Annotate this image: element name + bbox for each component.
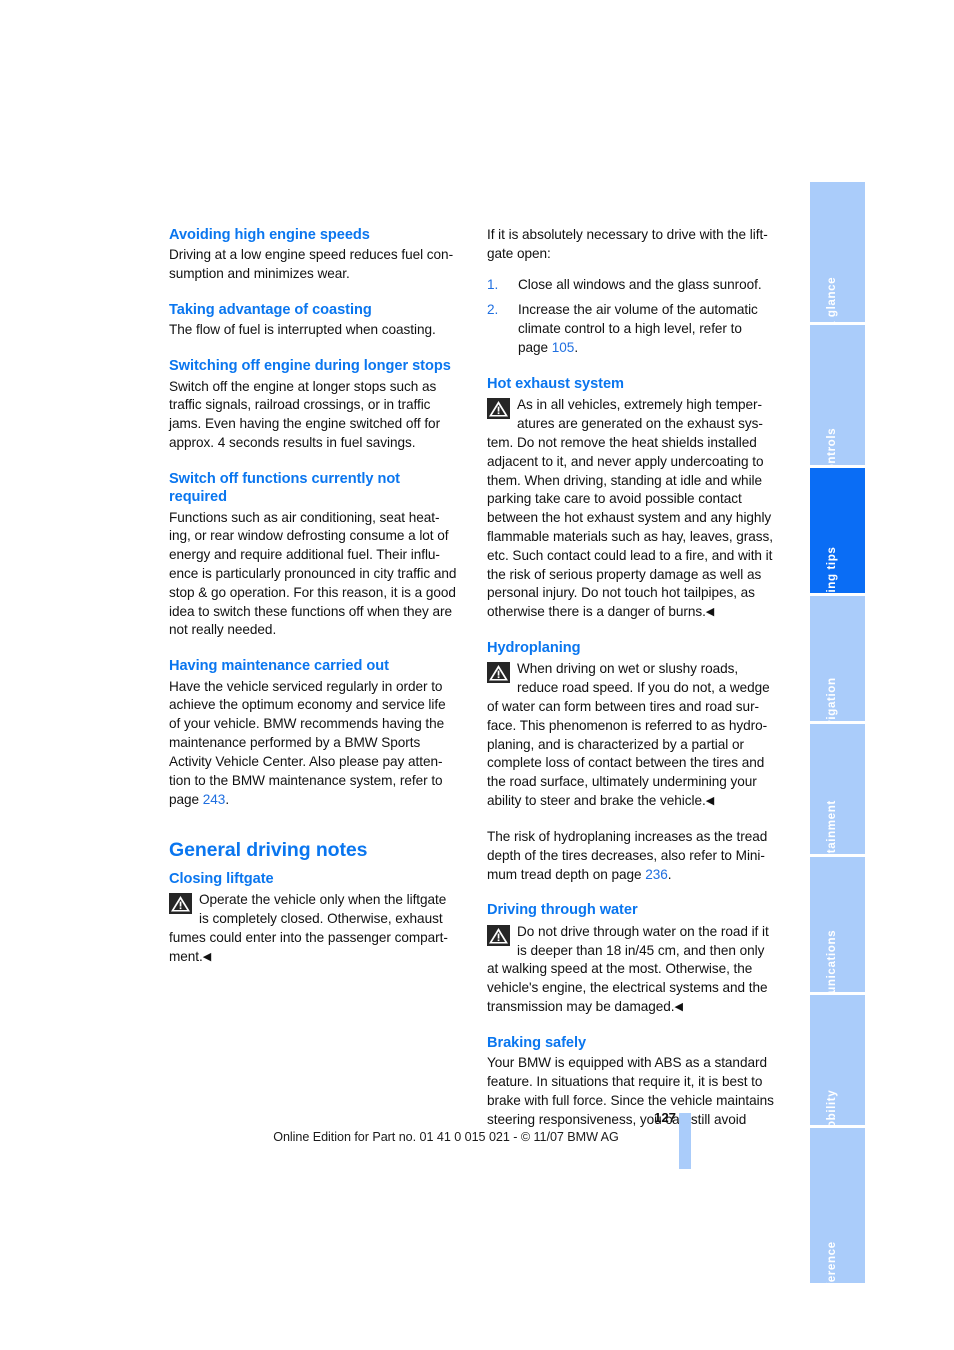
page-reference-236[interactable]: 236 bbox=[645, 867, 668, 882]
tab-navigation[interactable]: Navigation bbox=[810, 596, 865, 743]
heading-switch-off-functions-currently-not-required: Switch off functions currently not requi… bbox=[169, 470, 400, 506]
tab-communications[interactable]: Communications bbox=[810, 857, 865, 1032]
page-number: 127 bbox=[653, 1110, 676, 1125]
list-item-number: 2. bbox=[487, 302, 499, 318]
tab-controls[interactable]: Controls bbox=[810, 325, 865, 480]
warning-triangle-icon bbox=[487, 662, 510, 684]
heading-switching-off-engine-during-longer-stops: Switching off engine during longer stops bbox=[169, 358, 451, 375]
warning-driving-through-water-text: Do not drive through water on the road i… bbox=[487, 923, 769, 1014]
warning-hydroplaning: When driving on wet or slushy roads, red… bbox=[487, 660, 775, 811]
tab-label: Reference bbox=[824, 1241, 838, 1303]
footer-edition-note: Online Edition for Part no. 01 41 0 015 … bbox=[273, 1130, 619, 1144]
content-columns: Avoiding high engine speeds Driving at a… bbox=[169, 226, 776, 1129]
tab-driving-tips[interactable]: Driving tips bbox=[810, 468, 865, 617]
heading-hydroplaning: Hydroplaning bbox=[487, 640, 581, 656]
heading-hot-exhaust-system: Hot exhaust system bbox=[487, 375, 624, 392]
page-reference-243[interactable]: 243 bbox=[203, 792, 226, 807]
list-item: 2. Increase the air volume of the automat… bbox=[487, 301, 775, 357]
body-liftgate-open-intro: If it is absolutely necessary to drive w… bbox=[487, 227, 768, 261]
liftgate-open-steps: 1. Close all windows and the glass sunroo… bbox=[487, 276, 775, 358]
body-switch-off-functions-currently-not-required: Functions such as air conditioning, seat… bbox=[169, 509, 457, 638]
heading-avoiding-high-engine-speeds: Avoiding high engine speeds bbox=[169, 227, 370, 243]
manual-page: Avoiding high engine speeds Driving at a… bbox=[0, 0, 954, 1350]
heading-braking-safely: Braking safely bbox=[487, 1034, 587, 1051]
section-title-general-driving-notes: General driving notes bbox=[169, 839, 368, 862]
warning-end-mark: ◀ bbox=[674, 1000, 683, 1013]
body-having-maintenance-carried-out: Have the vehicle serviced regularly in o… bbox=[169, 678, 457, 810]
tab-reference[interactable]: Reference bbox=[810, 1128, 865, 1303]
list-item: 1. Close all windows and the glass sunroo… bbox=[487, 276, 775, 295]
warning-triangle-icon bbox=[169, 893, 192, 915]
heading-driving-through-water: Driving through water bbox=[487, 902, 638, 919]
heading-closing-liftgate: Closing liftgate bbox=[169, 871, 274, 888]
list-item-text-end: . bbox=[574, 340, 579, 356]
left-column: Avoiding high engine speeds Driving at a… bbox=[169, 226, 457, 1129]
body-hydroplaning-tread-depth: The risk of hydroplaning increases as th… bbox=[487, 828, 775, 884]
body-avoiding-high-engine-speeds: Driving at a low engine speed reduces fu… bbox=[169, 247, 454, 282]
tab-entertainment[interactable]: Entertainment bbox=[810, 724, 865, 886]
heading-taking-advantage-of-coasting: Taking advantage of coasting bbox=[169, 302, 372, 318]
body-having-maintenance-text: Have the vehicle serviced regularly in o… bbox=[169, 678, 446, 807]
warning-hydroplaning-text: When driving on wet or slushy roads, red… bbox=[487, 661, 770, 809]
warning-hot-exhaust-system: As in all vehicles, extremely high tempe… bbox=[487, 396, 775, 622]
warning-triangle-icon bbox=[487, 924, 510, 946]
tab-mobility[interactable]: Mobility bbox=[810, 995, 865, 1138]
warning-driving-through-water: Do not drive through water on the road i… bbox=[487, 923, 775, 1017]
body-having-maintenance-text-end: . bbox=[225, 791, 230, 807]
heading-having-maintenance-carried-out: Having maintenance carried out bbox=[169, 658, 389, 675]
warning-end-mark: ◀ bbox=[705, 606, 715, 619]
warning-end-mark: ◀ bbox=[202, 950, 212, 963]
section-tab-rail: At a glance Controls Driving tips Naviga… bbox=[810, 182, 865, 1303]
warning-end-mark: ◀ bbox=[705, 795, 715, 808]
list-item-number: 1. bbox=[487, 276, 499, 292]
list-item-text: Close all windows and the glass sunroof. bbox=[518, 276, 762, 292]
body-hydroplaning-tread-depth-text: The risk of hydroplaning increases as th… bbox=[487, 828, 768, 882]
body-taking-advantage-of-coasting: The flow of fuel is interrupted when coa… bbox=[169, 322, 436, 338]
warning-closing-liftgate: Operate the vehicle only when the liftga… bbox=[169, 891, 457, 966]
body-hydroplaning-tread-depth-end: . bbox=[667, 866, 672, 882]
page-reference-105[interactable]: 105 bbox=[552, 340, 575, 355]
warning-hot-exhaust-system-text: As in all vehicles, extremely high tempe… bbox=[487, 397, 774, 620]
warning-triangle-icon bbox=[487, 398, 510, 420]
body-switching-off-engine-during-longer-stops: Switch off the engine at longer stops su… bbox=[169, 378, 441, 450]
tab-at-a-glance[interactable]: At a glance bbox=[810, 182, 865, 345]
right-column: If it is absolutely necessary to drive w… bbox=[487, 226, 775, 1129]
